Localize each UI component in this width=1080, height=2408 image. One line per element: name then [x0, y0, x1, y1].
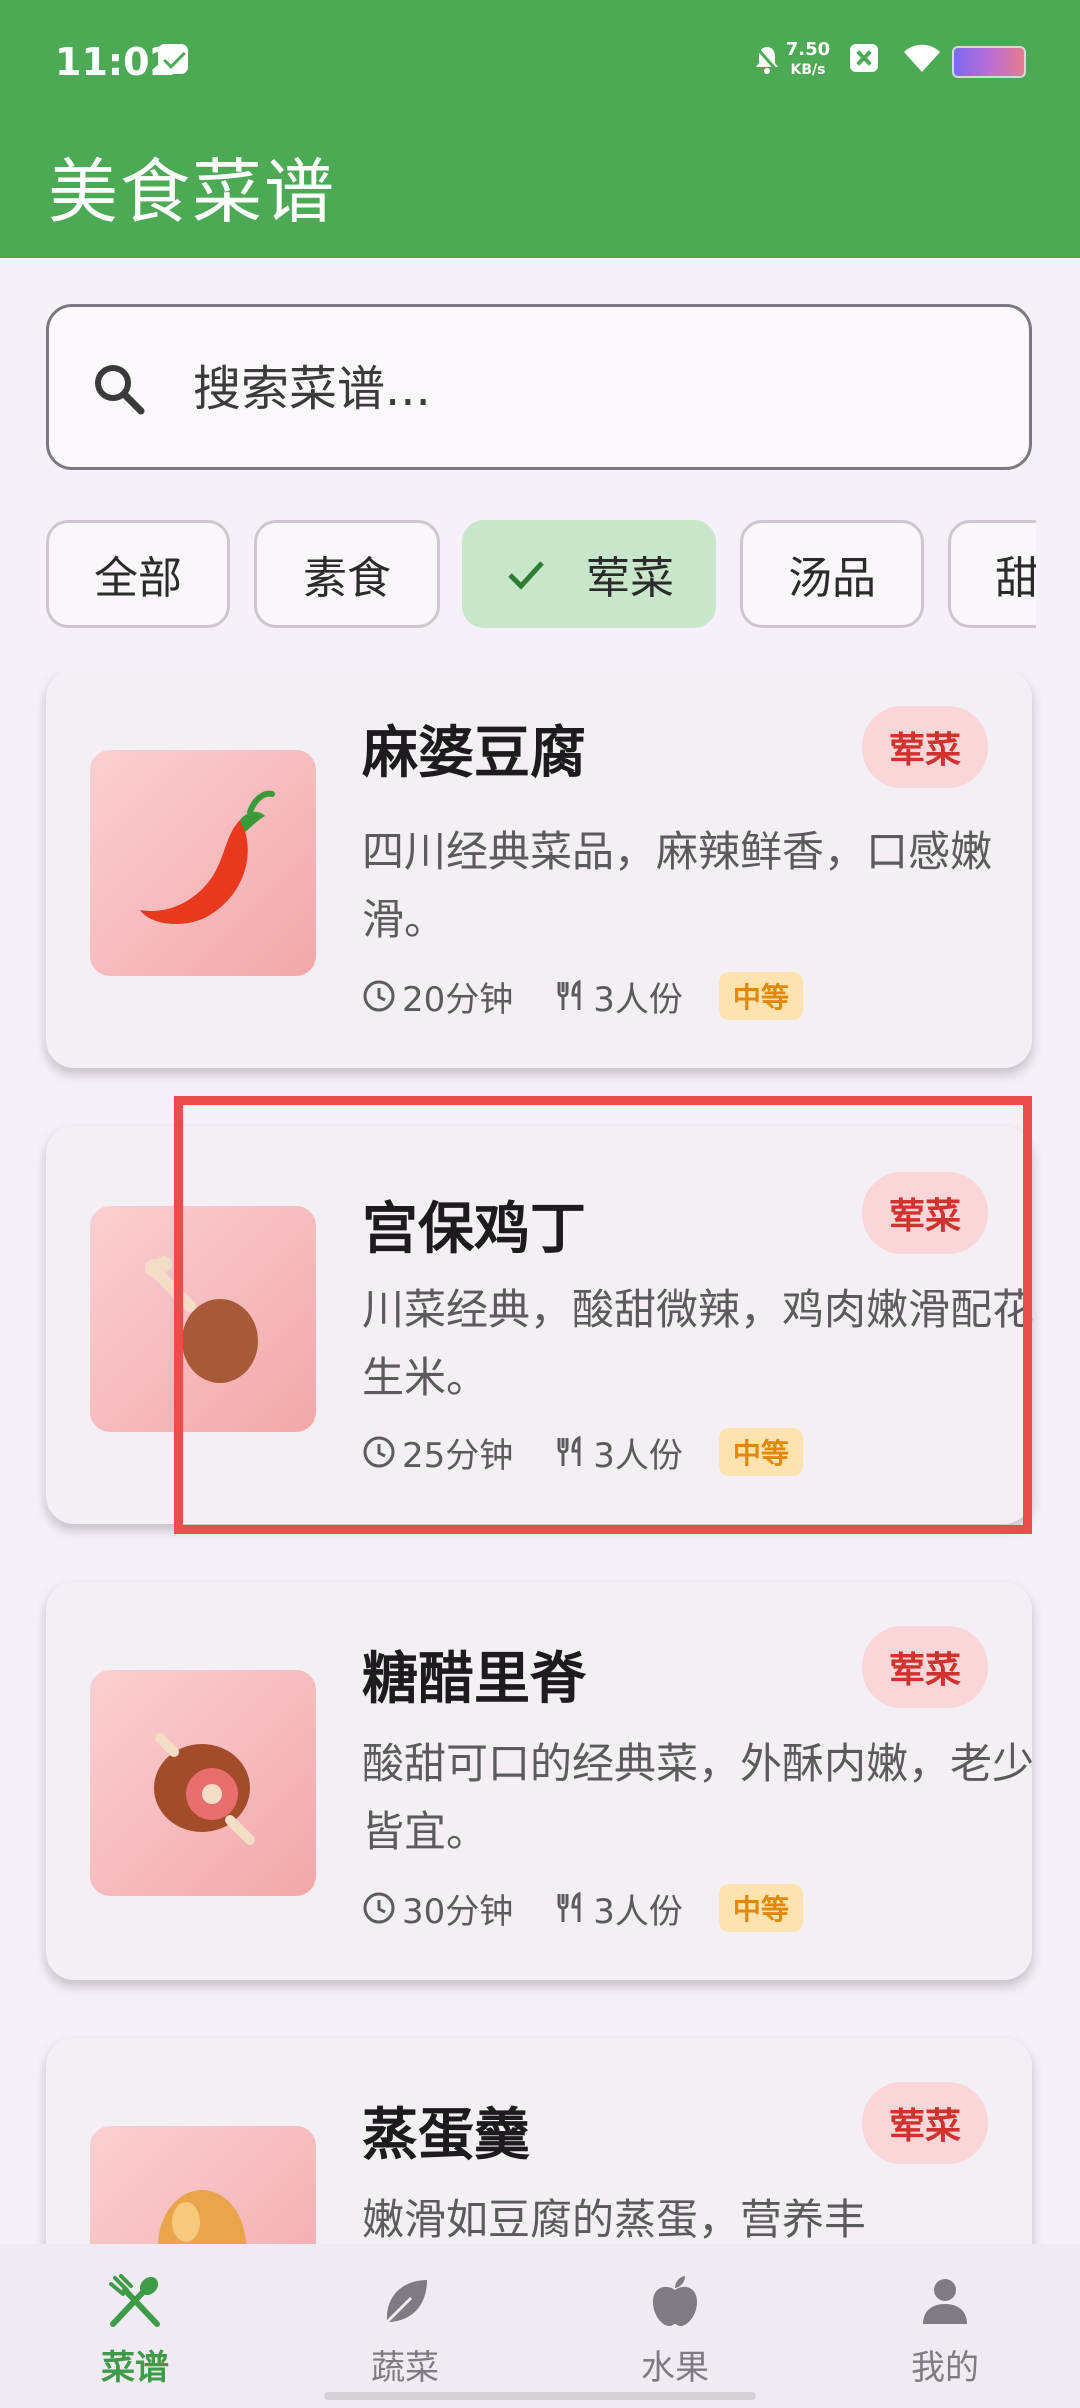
chip-vegetarian[interactable]: 素食: [254, 520, 440, 628]
recipe-name: 蒸蛋羹: [362, 2103, 530, 2168]
chip-dessert[interactable]: 甜: [948, 520, 1036, 628]
chili-pepper-icon: [140, 790, 275, 925]
person-icon: [923, 2279, 967, 2324]
recipe-name: 糖醋里脊: [362, 1647, 586, 1712]
recipe-thumbnail: [90, 1670, 316, 1896]
message-notification-icon: [158, 44, 188, 74]
utensils-icon: [557, 1891, 581, 1922]
category-tag: 荤菜: [862, 706, 988, 788]
search-input[interactable]: [191, 343, 975, 435]
utensils-icon: [557, 1435, 581, 1466]
recipe-card[interactable]: 宫保鸡丁 荤菜 川菜经典，酸甜微辣，鸡肉嫩滑配花生米。 25分钟 3人份 中等: [46, 1126, 1034, 1524]
chip-meat[interactable]: 荤菜: [462, 520, 716, 628]
clock-icon: [363, 1892, 395, 1924]
cook-time: 30分钟: [402, 1891, 514, 1932]
nav-fruits[interactable]: 水果: [540, 2244, 810, 2408]
network-speed-unit: KB/s: [790, 62, 826, 78]
nav-label: 蔬菜: [371, 2348, 439, 2388]
recipe-thumbnail: [90, 1206, 316, 1432]
recipe-name: 宫保鸡丁: [362, 1197, 586, 1262]
chip-label: 甜: [995, 553, 1036, 604]
bell-muted-icon: [754, 46, 781, 74]
network-speed-value: 7.50: [785, 39, 831, 60]
servings: 3人份: [593, 1891, 683, 1932]
meat-on-bone-icon: [154, 1733, 255, 1845]
recipe-meta: 20分钟 3人份 中等: [362, 970, 803, 1022]
apple-icon: [653, 2276, 697, 2326]
battery-icon: [952, 46, 1026, 78]
recipe-description: 四川经典菜品，麻辣鲜香，口感嫩滑。: [362, 827, 993, 944]
recipe-card[interactable]: 糖醋里脊 荤菜 酸甜可口的经典菜，外酥内嫩，老少皆宜。 30分钟 3人份 中等: [46, 1582, 1034, 1980]
recipe-thumbnail: [90, 2126, 316, 2244]
home-indicator[interactable]: [324, 2392, 756, 2400]
network-speed: 7.50 KB/s: [778, 40, 838, 80]
page-title: 美食菜谱: [48, 151, 336, 233]
recipe-thumbnail: [90, 750, 316, 976]
nav-recipes[interactable]: 菜谱: [0, 2244, 270, 2408]
category-chips: 全部 素食 荤菜 汤品 甜: [46, 520, 1036, 632]
status-icons: 7.50 KB/s: [706, 36, 1026, 86]
recipe-meta: 30分钟 3人份 中等: [362, 1882, 803, 1934]
nav-profile[interactable]: 我的: [810, 2244, 1080, 2408]
difficulty-badge: 中等: [718, 972, 803, 1020]
clock-icon: [363, 980, 395, 1012]
chip-label: 全部: [94, 553, 182, 604]
servings: 3人份: [593, 979, 683, 1020]
recipe-list[interactable]: 麻婆豆腐 荤菜 四川经典菜品，麻辣鲜香，口感嫩滑。 20分钟 3人份 中等 宫保…: [0, 672, 1080, 2244]
search-box[interactable]: [46, 304, 1032, 470]
chip-label: 汤品: [788, 553, 876, 604]
difficulty-badge: 中等: [718, 1884, 803, 1932]
sim-disabled-icon: [850, 44, 878, 72]
clock-icon: [363, 1436, 395, 1468]
search-icon: [95, 365, 145, 415]
difficulty-badge: 中等: [718, 1428, 803, 1476]
nav-label: 我的: [911, 2348, 979, 2388]
fork-spoon-icon: [109, 2274, 160, 2327]
category-tag: 荤菜: [862, 2082, 988, 2164]
nav-label: 水果: [641, 2348, 709, 2388]
bottom-navigation: 菜谱 蔬菜 水果 我的: [0, 2244, 1080, 2408]
check-icon: [508, 561, 544, 590]
wifi-icon: [904, 44, 940, 72]
chip-all[interactable]: 全部: [46, 520, 230, 628]
recipe-card[interactable]: 蒸蛋羹 荤菜 嫩滑如豆腐的蒸蛋，营养丰: [46, 2038, 1032, 2244]
chip-label: 素食: [303, 553, 391, 604]
status-bar: 11:02 7.50 KB/s: [0, 0, 1080, 126]
app-bar: 11:02 7.50 KB/s 美食菜谱: [0, 0, 1080, 258]
cook-time: 20分钟: [402, 979, 514, 1020]
chip-label: 荤菜: [586, 553, 674, 604]
recipe-description: 酸甜可口的经典菜，外酥内嫩，老少皆宜。: [362, 1739, 1035, 1856]
utensils-icon: [557, 979, 581, 1010]
chip-soup[interactable]: 汤品: [740, 520, 924, 628]
category-tag: 荤菜: [862, 1626, 988, 1708]
leaf-icon: [385, 2280, 427, 2324]
recipe-name: 麻婆豆腐: [362, 721, 586, 786]
egg-icon: [158, 2190, 246, 2244]
recipe-description: 川菜经典，酸甜微辣，鸡肉嫩滑配花生米。: [362, 1285, 1035, 1402]
recipe-description: 嫩滑如豆腐的蒸蛋，营养丰: [362, 2195, 867, 2244]
servings: 3人份: [593, 1435, 683, 1476]
category-tag: 荤菜: [862, 1172, 988, 1254]
recipe-card[interactable]: 麻婆豆腐 荤菜 四川经典菜品，麻辣鲜香，口感嫩滑。 20分钟 3人份 中等: [46, 672, 1032, 1068]
recipe-meta: 25分钟 3人份 中等: [362, 1426, 803, 1478]
nav-label: 菜谱: [101, 2348, 169, 2388]
chicken-leg-icon: [145, 1256, 258, 1383]
cook-time: 25分钟: [402, 1435, 514, 1476]
nav-vegetables[interactable]: 蔬菜: [270, 2244, 540, 2408]
